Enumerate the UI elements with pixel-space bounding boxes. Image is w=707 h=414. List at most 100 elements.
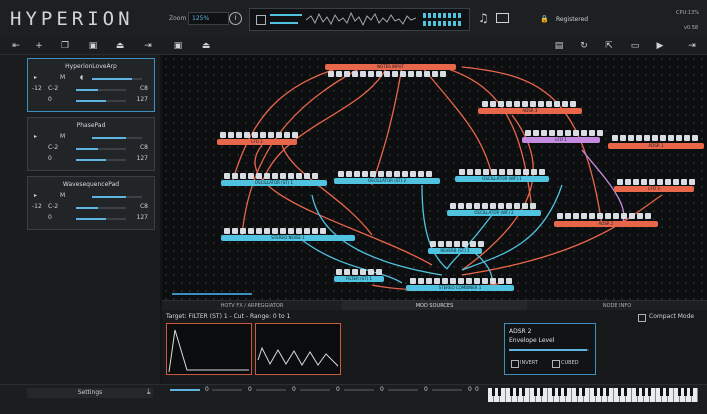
piano-black-key[interactable] [498,388,501,396]
node-stereo-combiner-1[interactable]: STEREO COMBINER 1 [406,285,514,291]
piano-black-key[interactable] [684,388,687,396]
footer-slider-1[interactable] [212,389,242,391]
m-button[interactable]: M [60,192,65,199]
node-oscillator-wf-1[interactable]: OSCILLATOR (WF) 1 [455,176,549,182]
note-range-slider[interactable] [76,148,126,150]
velocity-low-value[interactable]: 0 [48,96,52,103]
footer-slider-4[interactable] [344,389,374,391]
node-adsr-1[interactable]: ADSR 1 [608,143,704,149]
patch-card-1[interactable]: PhasePad ▸ M C-2 C8 0 127 [27,117,155,171]
piano-black-key[interactable] [492,388,495,396]
record-icon[interactable] [256,15,266,25]
piano-black-key[interactable] [678,388,681,396]
piano-black-key[interactable] [576,388,579,396]
velocity-high-value[interactable]: 127 [137,214,148,221]
share-icon[interactable]: ⇱ [603,40,615,52]
node-oscillator-wf-2[interactable]: OSCILLATOR (WF) 2 [447,210,541,216]
note-range-slider[interactable] [76,89,126,91]
piano-black-key[interactable] [618,388,621,396]
velocity-high-value[interactable]: 127 [137,155,148,162]
collapse-left-icon[interactable]: ⇤ [10,40,22,52]
envelope-level-slider[interactable] [509,349,589,351]
footer-slider-6[interactable] [432,389,462,391]
keyboard-toggle-icon[interactable] [496,13,509,23]
footer-slider-3[interactable] [300,389,330,391]
adsr-mod-card[interactable]: ADSR 2 Envelope Level INVERT CUBED [504,323,596,375]
piano-black-key[interactable] [600,388,603,396]
piano-black-key[interactable] [648,388,651,396]
piano-black-key[interactable] [516,388,519,396]
piano-black-key[interactable] [624,388,627,396]
piano-black-key[interactable] [534,388,537,396]
save-preset-icon[interactable]: ▤ [553,40,565,52]
graph-horizontal-scrollbar[interactable] [172,293,252,295]
velocity-high-value[interactable]: 127 [137,96,148,103]
volume-slider[interactable] [92,196,142,198]
piano-black-key[interactable] [636,388,639,396]
music-note-icon[interactable]: ♫ [478,11,489,25]
compact-mode-checkbox[interactable] [638,314,646,322]
piano-black-key[interactable] [660,388,663,396]
zoom-select[interactable]: 125% [188,12,229,25]
note-low-value[interactable]: C-2 [48,144,58,151]
piano-black-key[interactable] [522,388,525,396]
piano-black-key[interactable] [510,388,513,396]
velocity-range-slider[interactable] [76,218,126,220]
info-icon[interactable]: i [229,12,242,25]
node-oscillator-st-2[interactable]: OSCILLATOR (ST) 2 [334,178,440,184]
piano-black-key[interactable] [540,388,543,396]
patch-card-2[interactable]: WavesequencePad ▸ M -12 C-2 C8 0 127 [27,176,155,230]
graph-export-icon[interactable]: ⏏ [200,40,212,52]
piano-black-key[interactable] [606,388,609,396]
mute-m-icon[interactable]: ▸ [34,192,37,199]
piano-black-key[interactable] [642,388,645,396]
modular-graph-canvas[interactable]: NOTES INPUT ADSR 3 LFO 2 LFO 1 ADSR 1 OS… [162,55,707,300]
node-oscillator-st-1[interactable]: OSCILLATOR (ST) 1 [221,180,327,186]
download-icon[interactable]: ⤓ [147,387,151,397]
settings-button[interactable]: Settings [27,388,153,398]
node-filter-st-1[interactable]: FILTER (ST) 1 [334,276,384,282]
footer-slider-2[interactable] [256,389,286,391]
invert-checkbox[interactable] [511,360,519,368]
duplicate-icon[interactable]: ❐ [59,40,71,52]
window-icon[interactable]: ▭ [629,40,641,52]
volume-slider[interactable] [92,137,142,139]
velocity-low-value[interactable]: 0 [48,155,52,162]
note-high-value[interactable]: C8 [140,85,148,92]
piano-black-key[interactable] [558,388,561,396]
velocity-range-slider[interactable] [76,159,126,161]
piano-black-key[interactable] [666,388,669,396]
piano-black-key[interactable] [690,388,693,396]
note-range-slider[interactable] [76,207,126,209]
note-low-value[interactable]: C-2 [48,85,58,92]
velocity-range-slider[interactable] [76,100,126,102]
footer-slider-0[interactable] [170,389,200,391]
save-icon[interactable]: ▣ [87,40,99,52]
add-icon[interactable]: + [33,40,45,52]
collapse-right-icon[interactable]: ⇥ [686,40,698,52]
node-adsr-2[interactable]: ADSR 2 [554,221,658,227]
node-stereo-noise-1[interactable]: STEREO NOISE 1 [221,235,355,241]
node-reverb-st-1[interactable]: REVERB (ST) 1 [428,248,482,254]
node-notes-input[interactable]: NOTES INPUT [325,64,456,70]
export-icon[interactable]: ⏏ [114,40,126,52]
piano-black-key[interactable] [564,388,567,396]
patch-card-0[interactable]: HyperionLoveArp ▸ M ◖ -12 C-2 C8 0 127 [27,58,155,112]
volume-slider[interactable] [92,78,142,80]
graph-save-icon[interactable]: ▣ [172,40,184,52]
note-high-value[interactable]: C8 [140,144,148,151]
play-box-icon[interactable]: ▶ [654,40,666,52]
piano-black-key[interactable] [594,388,597,396]
piano-black-key[interactable] [552,388,555,396]
cubed-checkbox[interactable] [552,360,560,368]
node-lfo-1[interactable]: LFO 1 [522,137,600,143]
footer-slider-5[interactable] [388,389,418,391]
mute-m-icon[interactable]: ▸ [34,133,37,140]
m-button[interactable]: M [60,74,65,81]
node-adsr-3[interactable]: ADSR 3 [478,108,582,114]
note-low-value[interactable]: C-2 [48,203,58,210]
refresh-icon[interactable]: ↻ [578,40,590,52]
node-lfo-3[interactable]: LFO 3 [614,186,694,192]
expand-right-icon[interactable]: ⇥ [142,40,154,52]
piano-black-key[interactable] [582,388,585,396]
